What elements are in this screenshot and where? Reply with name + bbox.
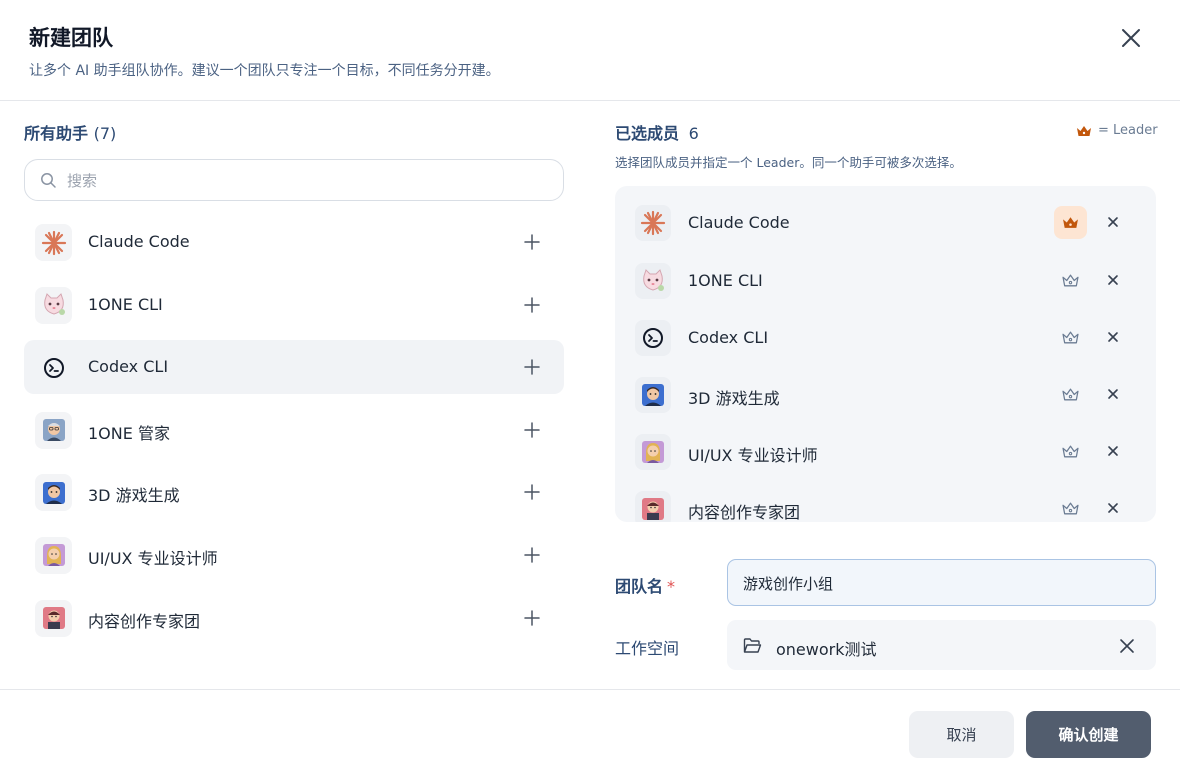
set-leader-button[interactable] <box>1054 264 1087 297</box>
crown-outline-icon <box>1062 388 1079 401</box>
all-agents-heading-label: 所有助手 <box>24 124 89 143</box>
add-icon[interactable] <box>524 484 540 501</box>
selected-member-name: 3D 游戏生成 <box>688 389 780 408</box>
workspace-field[interactable]: onework测试 <box>727 620 1156 670</box>
required-mark: * <box>667 577 676 596</box>
agent-name: UI/UX 专业设计师 <box>88 548 218 568</box>
dialog-header: 新建团队 让多个 AI 助手组队协作。建议一个团队只专注一个目标，不同任务分开建… <box>0 0 1180 101</box>
crown-outline-icon <box>1062 331 1079 344</box>
dialog-subtitle: 让多个 AI 助手组队协作。建议一个团队只专注一个目标，不同任务分开建。 <box>29 63 500 79</box>
remove-member-icon[interactable] <box>1105 272 1121 288</box>
selected-item-1one-cli: 1ONE CLI <box>615 255 1156 305</box>
leader-legend: = Leader <box>1076 123 1158 138</box>
butler-avatar-icon <box>35 411 72 449</box>
gamer-avatar-icon <box>35 474 72 512</box>
creator-avatar-icon <box>635 491 671 522</box>
set-leader-button[interactable] <box>1054 492 1087 522</box>
selected-item-claude-code: Claude Code <box>615 197 1156 247</box>
workspace-name: onework测试 <box>776 640 877 659</box>
agent-name: 内容创作专家团 <box>88 611 201 631</box>
gamer-avatar-icon <box>635 377 671 413</box>
selected-item-uiux-designer: UI/UX 专业设计师 <box>615 426 1156 476</box>
agent-name: Codex CLI <box>88 357 169 377</box>
selected-member-name: Claude Code <box>688 213 790 232</box>
close-icon <box>1122 29 1140 47</box>
cat-avatar-icon <box>635 263 671 299</box>
selected-count: 6 <box>688 124 699 143</box>
remove-member-icon[interactable] <box>1105 443 1121 459</box>
cat-avatar-icon <box>35 286 72 324</box>
selected-member-name: Codex CLI <box>688 328 769 347</box>
team-name-field[interactable] <box>727 559 1156 606</box>
designer-avatar-icon <box>35 536 72 574</box>
folder-open-icon <box>743 638 762 653</box>
new-team-dialog: 新建团队 让多个 AI 助手组队协作。建议一个团队只专注一个目标，不同任务分开建… <box>0 0 1180 775</box>
agent-name: Claude Code <box>88 232 190 251</box>
set-leader-button[interactable] <box>1054 206 1087 239</box>
close-button[interactable] <box>1116 23 1146 53</box>
add-icon[interactable] <box>524 359 540 375</box>
crown-outline-icon <box>1062 502 1079 515</box>
remove-member-icon[interactable] <box>1105 329 1121 345</box>
set-leader-button[interactable] <box>1054 378 1087 411</box>
confirm-create-button[interactable]: 确认创建 <box>1026 711 1151 758</box>
agent-name: 1ONE CLI <box>88 294 163 314</box>
selected-member-name: 内容创作专家团 <box>688 503 801 522</box>
all-agents-heading: 所有助手 (7) <box>24 120 116 144</box>
selected-heading-label: 已选成员 <box>615 124 680 143</box>
remove-member-icon[interactable] <box>1105 386 1121 402</box>
selected-item-content-creators: 内容创作专家团 <box>615 483 1156 522</box>
add-icon[interactable] <box>524 422 540 438</box>
search-box[interactable] <box>24 159 564 201</box>
dialog-title: 新建团队 <box>29 26 113 50</box>
team-name-label: 团队名 * <box>615 573 675 597</box>
claude-sparkle-icon <box>635 205 671 241</box>
selected-subtitle: 选择团队成员并指定一个 Leader。同一个助手可被多次选择。 <box>615 155 962 170</box>
workspace-label: 工作空间 <box>615 639 680 658</box>
agent-name: 3D 游戏生成 <box>88 486 180 506</box>
selected-item-codex-cli: Codex CLI <box>615 312 1156 362</box>
agent-item-3d-game[interactable]: 3D 游戏生成 <box>24 465 564 519</box>
agent-list: Claude Code 1ONE CLI Codex CLI 1ONE 管家 3… <box>24 215 564 653</box>
clear-workspace-icon[interactable] <box>1119 638 1135 654</box>
leader-legend-text: = Leader <box>1098 123 1158 138</box>
dialog-footer: 取消 确认创建 <box>0 689 1180 775</box>
agent-name: 1ONE 管家 <box>88 423 170 443</box>
search-input[interactable] <box>67 168 547 194</box>
agent-item-uiux-designer[interactable]: UI/UX 专业设计师 <box>24 528 564 582</box>
team-name-label-text: 团队名 <box>615 577 664 596</box>
selected-members-list: Claude Code 1ONE CLI Codex CLI 3D 游戏生成 U… <box>615 186 1156 522</box>
agent-item-1one-butler[interactable]: 1ONE 管家 <box>24 403 564 457</box>
selected-item-3d-game: 3D 游戏生成 <box>615 369 1156 419</box>
add-icon[interactable] <box>524 609 540 626</box>
crown-outline-icon <box>1062 445 1079 458</box>
set-leader-button[interactable] <box>1054 435 1087 468</box>
agent-item-1one-cli[interactable]: 1ONE CLI <box>24 278 564 332</box>
remove-member-icon[interactable] <box>1105 500 1121 516</box>
set-leader-button[interactable] <box>1054 321 1087 354</box>
crown-icon <box>1077 125 1091 136</box>
crown-icon <box>1063 217 1078 228</box>
claude-sparkle-icon <box>35 224 72 261</box>
add-icon[interactable] <box>524 234 540 250</box>
cancel-button[interactable]: 取消 <box>909 711 1014 758</box>
all-agents-count: (7) <box>93 124 117 143</box>
agent-item-content-creators[interactable]: 内容创作专家团 <box>24 591 564 645</box>
codex-terminal-icon <box>635 320 671 356</box>
creator-avatar-icon <box>35 599 72 637</box>
designer-avatar-icon <box>635 434 671 470</box>
codex-terminal-icon <box>35 349 72 386</box>
remove-member-icon[interactable] <box>1105 214 1121 230</box>
add-icon[interactable] <box>524 547 540 563</box>
crown-outline-icon <box>1062 274 1079 287</box>
selected-member-name: 1ONE CLI <box>688 271 763 290</box>
selected-member-name: UI/UX 专业设计师 <box>688 446 818 465</box>
team-name-input[interactable] <box>743 571 1143 595</box>
selected-members-heading: 已选成员 6 <box>615 120 699 144</box>
search-icon <box>41 173 56 188</box>
agent-item-codex-cli[interactable]: Codex CLI <box>24 340 564 395</box>
agent-item-claude-code[interactable]: Claude Code <box>24 215 564 269</box>
add-icon[interactable] <box>524 296 540 313</box>
